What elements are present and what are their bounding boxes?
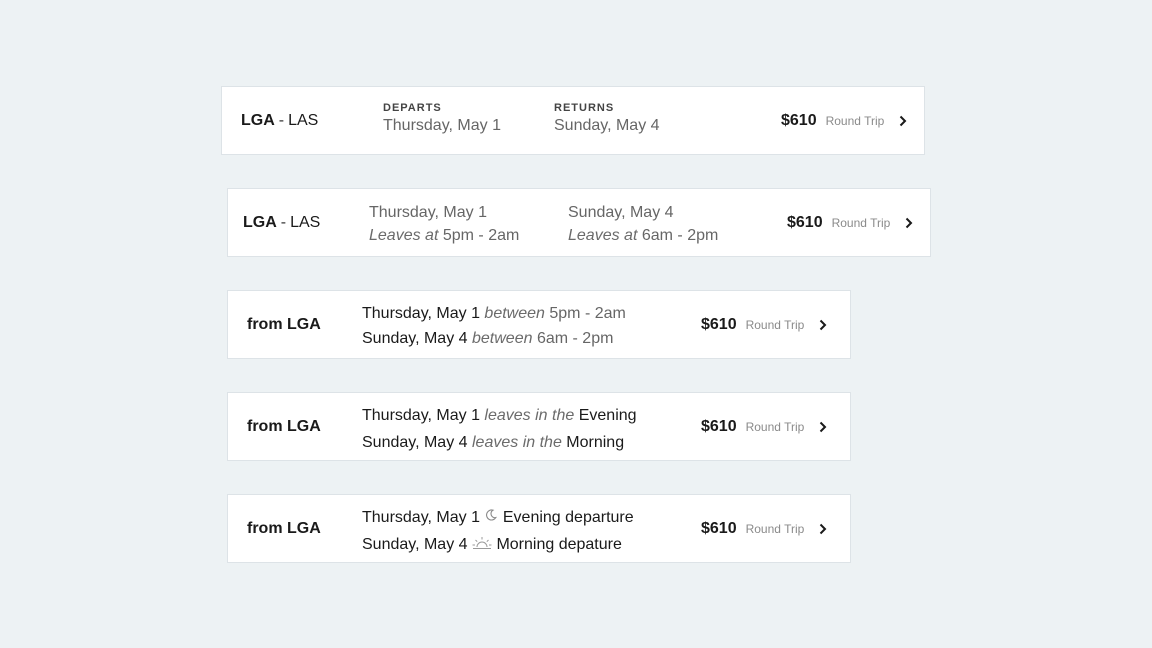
chevron-right-icon[interactable] (897, 115, 909, 127)
price-group: $610 Round Trip (701, 393, 829, 460)
route-separator: - (278, 111, 285, 129)
price: $610 (781, 111, 817, 129)
return-leaves-label: Leaves at (568, 227, 638, 244)
trip-type: Round Trip (745, 317, 805, 332)
return-time: 6am - 2pm (536, 330, 614, 347)
return-column: Sunday, May 4 Leaves at 6am - 2pm (568, 200, 718, 248)
depart-date: Thursday, May 1 (362, 509, 480, 526)
return-date: Sunday, May 4 (362, 434, 468, 451)
route: from LGA (247, 495, 321, 562)
flight-card-4[interactable]: from LGA Thursday, May 1 leaves in the E… (227, 392, 851, 461)
trip-type: Round Trip (745, 521, 805, 536)
flight-card-3[interactable]: from LGA Thursday, May 1 between 5pm - 2… (227, 290, 851, 359)
return-phrase: leaves in the (472, 434, 562, 451)
returns-date: Sunday, May 4 (554, 117, 660, 134)
schedule-column: Thursday, May 1 between 5pm - 2am Sunday… (362, 301, 626, 351)
return-between-label: between (472, 330, 533, 347)
route-separator: - (280, 213, 287, 231)
price: $610 (701, 417, 737, 435)
from-origin-label: from LGA (247, 519, 321, 537)
depart-time: 5pm - 2am (442, 227, 520, 244)
route: LGA - LAS (243, 189, 320, 256)
return-date: Sunday, May 4 (568, 204, 674, 221)
chevron-right-icon[interactable] (817, 319, 829, 331)
chevron-right-icon[interactable] (903, 217, 915, 229)
departs-column: DEPARTS Thursday, May 1 (383, 102, 501, 135)
return-date: Sunday, May 4 (362, 330, 468, 347)
returns-label: RETURNS (554, 102, 615, 114)
depart-date: Thursday, May 1 (362, 407, 480, 424)
flight-card-2[interactable]: LGA - LAS Thursday, May 1 Leaves at 5pm … (227, 188, 931, 257)
price: $610 (701, 519, 737, 537)
chevron-right-icon[interactable] (817, 421, 829, 433)
price: $610 (787, 213, 823, 231)
destination-code: LAS (290, 213, 321, 231)
chevron-right-icon[interactable] (817, 523, 829, 535)
depart-phrase: leaves in the (484, 407, 575, 424)
from-origin-label: from LGA (247, 315, 321, 333)
depart-text: Evening departure (502, 509, 634, 526)
origin-code: LGA (243, 213, 277, 231)
departs-date: Thursday, May 1 (383, 117, 501, 134)
route: from LGA (247, 393, 321, 460)
returns-column: RETURNS Sunday, May 4 (554, 102, 660, 135)
price-group: $610 Round Trip (781, 87, 909, 154)
price-group: $610 Round Trip (701, 495, 829, 562)
trip-type: Round Trip (745, 419, 805, 434)
return-time: 6am - 2pm (641, 227, 719, 244)
return-text: Morning depature (496, 536, 622, 554)
departs-label: DEPARTS (383, 102, 442, 114)
schedule-column: Thursday, May 1 Evening departure Sunday… (362, 504, 634, 559)
return-period: Morning (566, 434, 625, 451)
flight-card-5[interactable]: from LGA Thursday, May 1 Evening departu… (227, 494, 851, 563)
depart-date: Thursday, May 1 (369, 204, 487, 221)
trip-type: Round Trip (825, 113, 885, 128)
trip-type: Round Trip (831, 215, 891, 230)
price-group: $610 Round Trip (787, 189, 915, 256)
flight-card-1[interactable]: LGA - LAS DEPARTS Thursday, May 1 RETURN… (221, 86, 925, 155)
destination-code: LAS (288, 111, 319, 129)
return-date: Sunday, May 4 (362, 536, 468, 554)
from-origin-label: from LGA (247, 417, 321, 435)
depart-column: Thursday, May 1 Leaves at 5pm - 2am (369, 200, 519, 248)
price: $610 (701, 315, 737, 333)
depart-leaves-label: Leaves at (369, 227, 439, 244)
depart-between-label: between (484, 305, 545, 322)
moon-icon (484, 504, 498, 531)
depart-date: Thursday, May 1 (362, 305, 480, 322)
schedule-column: Thursday, May 1 leaves in the Evening Su… (362, 402, 637, 456)
depart-period: Evening (578, 407, 637, 424)
route: from LGA (247, 291, 321, 358)
depart-time: 5pm - 2am (549, 305, 626, 322)
price-group: $610 Round Trip (701, 291, 829, 358)
origin-code: LGA (241, 111, 275, 129)
route: LGA - LAS (241, 87, 318, 154)
sunrise-icon (472, 532, 492, 559)
